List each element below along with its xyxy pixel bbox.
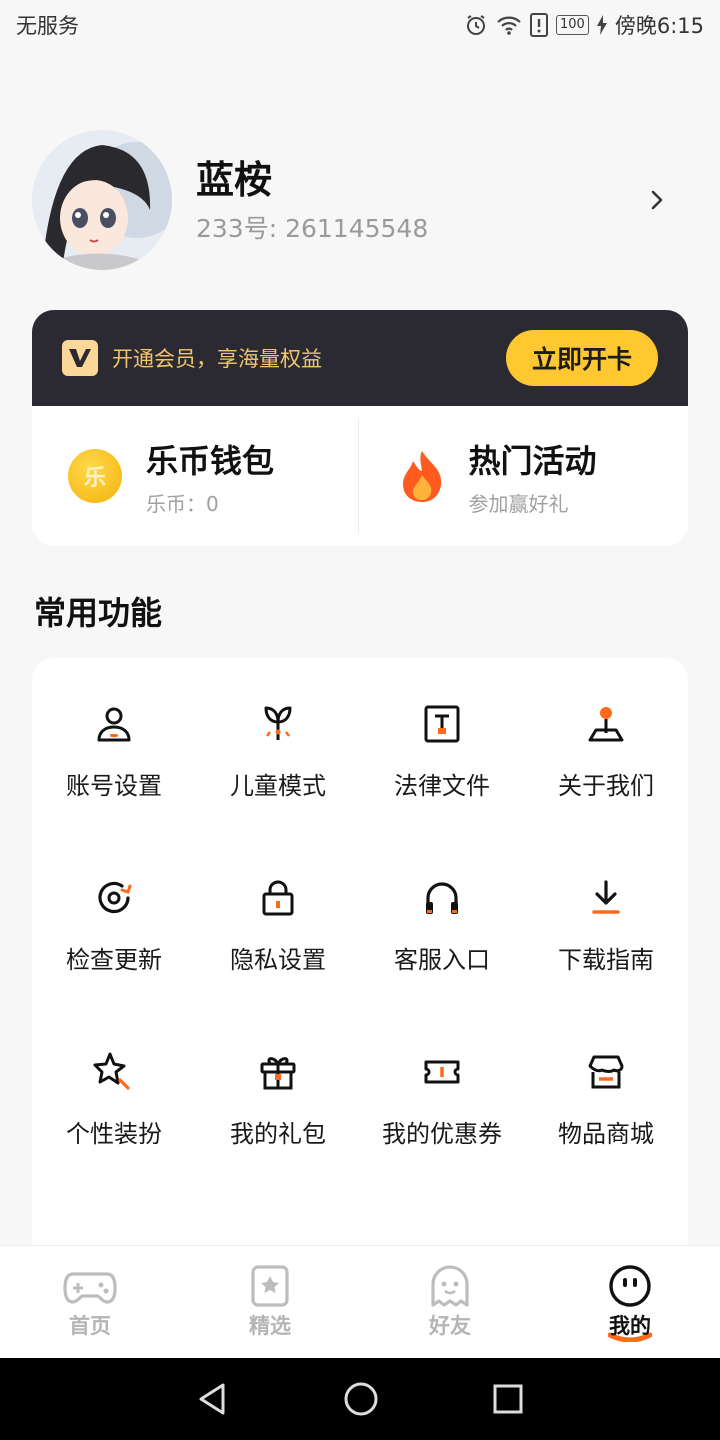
tab-mine[interactable]: 我的 <box>540 1246 720 1358</box>
tab-home[interactable]: 首页 <box>0 1246 180 1358</box>
user-icon <box>97 707 131 742</box>
flame-icon <box>402 451 441 502</box>
vip-card: 开通会员，享海量权益 立即开卡 乐 乐币钱包 乐币：0 热门活动 参加赢好礼 <box>32 310 688 546</box>
avatar[interactable] <box>32 130 172 270</box>
func-label: 客服入口 <box>394 946 490 974</box>
func-item-shop[interactable]: 物品商城 <box>524 1050 688 1224</box>
functions-card: 账号设置 儿童模式 法律文件 关于我们 检查更新 隐私设置 客服入口 下载指南 … <box>32 658 688 1298</box>
func-download-guide[interactable]: 下载指南 <box>524 876 688 1050</box>
download-icon <box>592 880 620 914</box>
shop-icon <box>588 1055 624 1089</box>
user-id: 233号: 261145548 <box>196 214 429 243</box>
tab-label: 我的 <box>609 1314 651 1338</box>
activity-subtitle: 参加赢好礼 <box>468 491 569 516</box>
refresh-icon <box>98 881 132 914</box>
system-nav-bar <box>0 1358 720 1440</box>
func-label: 儿童模式 <box>230 772 326 800</box>
lock-icon <box>262 880 294 916</box>
func-label: 个性装扮 <box>66 1120 162 1148</box>
tab-label: 好友 <box>429 1314 471 1338</box>
func-kids-mode[interactable]: 儿童模式 <box>196 702 360 876</box>
document-icon <box>424 705 460 743</box>
open-vip-button[interactable]: 立即开卡 <box>506 330 658 386</box>
ghost-icon <box>431 1265 469 1307</box>
func-my-gifts[interactable]: 我的礼包 <box>196 1050 360 1224</box>
vip-promo-text: 开通会员，享海量权益 <box>112 347 322 371</box>
recents-square-icon[interactable] <box>492 1383 524 1415</box>
func-about-us[interactable]: 关于我们 <box>524 702 688 876</box>
func-label: 关于我们 <box>558 772 654 800</box>
sim-alert-icon <box>530 13 548 37</box>
func-privacy[interactable]: 隐私设置 <box>196 876 360 1050</box>
func-personalize[interactable]: 个性装扮 <box>32 1050 196 1224</box>
vip-logo-icon <box>62 340 98 376</box>
func-account-settings[interactable]: 账号设置 <box>32 702 196 876</box>
func-label: 法律文件 <box>394 772 490 800</box>
status-icons: 100 傍晚6:15 <box>464 10 704 40</box>
bottom-tab-bar: 首页 精选 好友 我的 <box>0 1245 720 1358</box>
func-label: 隐私设置 <box>230 946 326 974</box>
hot-activity[interactable]: 热门活动 参加赢好礼 <box>357 418 689 534</box>
vip-banner[interactable]: 开通会员，享海量权益 立即开卡 <box>32 310 688 406</box>
gamepad-icon <box>63 1272 117 1304</box>
wallet-balance: 乐币：0 <box>146 491 219 516</box>
magic-star-icon <box>93 1052 130 1090</box>
face-icon <box>609 1265 651 1307</box>
headphones-icon <box>426 882 458 914</box>
carrier-text: 无服务 <box>16 14 79 38</box>
activity-title: 热门活动 <box>468 441 597 480</box>
home-circle-icon[interactable] <box>343 1381 379 1417</box>
func-label: 检查更新 <box>66 946 162 974</box>
tab-friends[interactable]: 好友 <box>360 1246 540 1358</box>
func-customer-service[interactable]: 客服入口 <box>360 876 524 1050</box>
charging-icon <box>596 15 607 35</box>
username: 蓝桉 <box>196 158 273 202</box>
back-icon[interactable] <box>196 1382 230 1416</box>
ticket-icon <box>424 1060 460 1084</box>
battery-level: 100 <box>556 15 589 35</box>
func-label: 我的礼包 <box>230 1120 326 1148</box>
func-label: 我的优惠券 <box>382 1120 502 1148</box>
tab-label: 首页 <box>69 1314 111 1338</box>
coin-wallet[interactable]: 乐 乐币钱包 乐币：0 <box>32 418 358 534</box>
coin-icon: 乐 <box>68 449 122 503</box>
func-check-update[interactable]: 检查更新 <box>32 876 196 1050</box>
func-label: 下载指南 <box>558 946 654 974</box>
chevron-right-icon[interactable] <box>642 185 672 215</box>
func-label: 账号设置 <box>66 772 162 800</box>
tab-label: 精选 <box>249 1314 291 1338</box>
tab-featured[interactable]: 精选 <box>180 1246 360 1358</box>
profile-header[interactable]: 蓝桉 233号: 261145548 <box>32 128 672 272</box>
gift-icon <box>260 1057 296 1090</box>
clock-text: 傍晚6:15 <box>614 14 704 38</box>
func-label: 物品商城 <box>558 1120 654 1148</box>
sprout-icon <box>264 706 292 740</box>
section-title: 常用功能 <box>34 594 163 632</box>
wallet-title: 乐币钱包 <box>146 441 275 480</box>
func-my-coupons[interactable]: 我的优惠券 <box>360 1050 524 1224</box>
joystick-icon <box>588 707 624 742</box>
featured-star-icon <box>251 1265 289 1307</box>
status-bar: 无服务 100 傍晚6:15 <box>0 0 720 50</box>
alarm-icon <box>467 15 485 35</box>
func-legal-docs[interactable]: 法律文件 <box>360 702 524 876</box>
wifi-icon <box>497 16 521 35</box>
